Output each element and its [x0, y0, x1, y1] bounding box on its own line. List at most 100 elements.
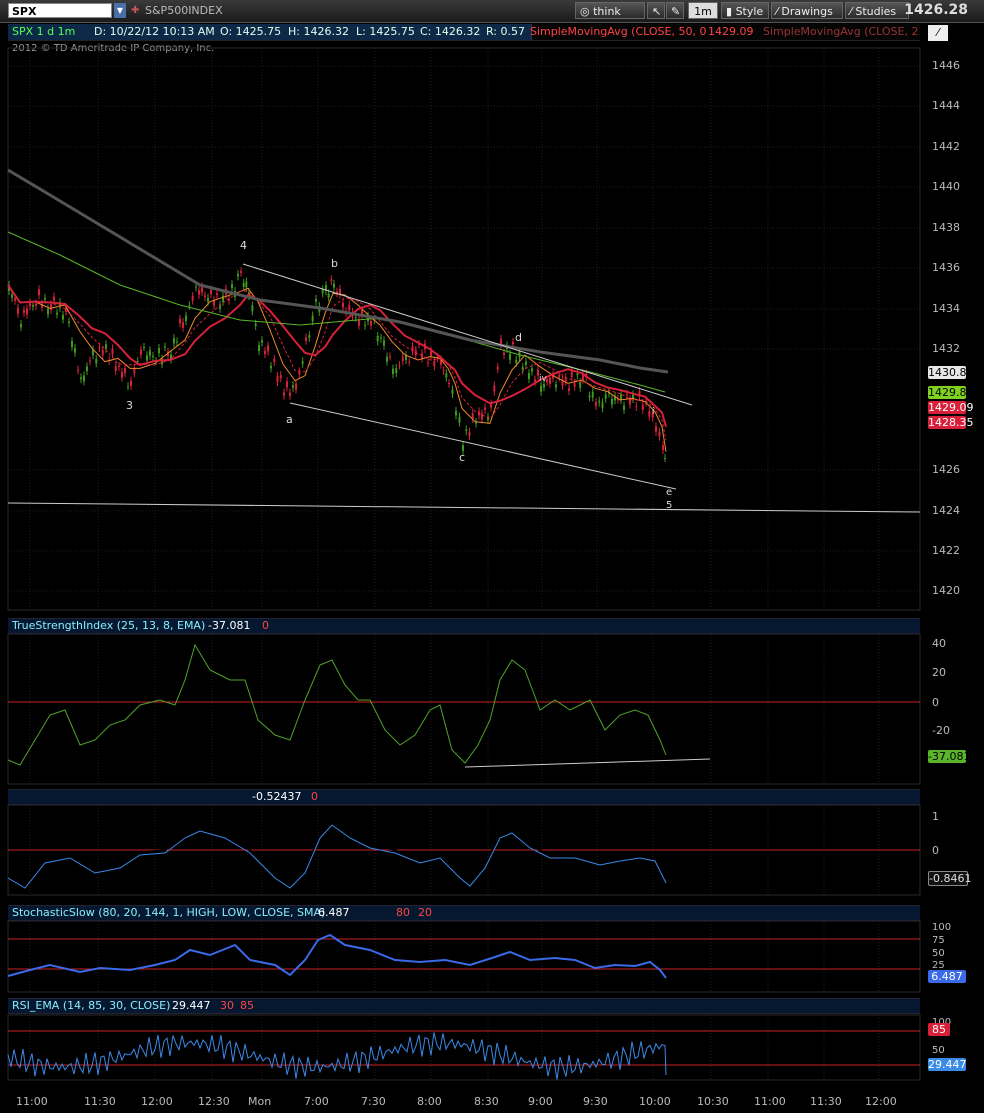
- candle-body: [298, 371, 301, 375]
- rsi-header[interactable]: RSI_EMA (14, 85, 30, CLOSE) 29.447 30 85: [8, 998, 920, 1014]
- candle-body: [549, 377, 551, 384]
- candle-body: [258, 345, 260, 352]
- candle-body: [455, 410, 457, 416]
- candle-body: [555, 384, 557, 388]
- moving-averages: [7, 168, 669, 452]
- candle-body: [358, 319, 360, 326]
- time-axis-label: 10:30: [697, 1095, 729, 1108]
- ema-dashed-line: [7, 284, 667, 441]
- candle-body: [327, 293, 330, 298]
- candle-body: [333, 283, 335, 288]
- candle-body: [531, 368, 533, 372]
- candle-body: [44, 297, 46, 300]
- candle-body: [427, 362, 429, 364]
- sma200-line: [7, 168, 669, 374]
- osc-axis-0: 0: [932, 844, 939, 857]
- candle-body: [493, 385, 496, 392]
- candle-body: [149, 350, 151, 356]
- time-axis-label: 12:00: [865, 1095, 897, 1108]
- candle-body: [664, 457, 666, 459]
- rsi-value: 29.447: [172, 999, 211, 1012]
- candle-body: [20, 323, 22, 328]
- candle-body: [442, 370, 445, 372]
- rsi-oversold: 30: [220, 999, 234, 1012]
- wave-label-c: c: [459, 451, 466, 464]
- candle-body: [56, 312, 58, 315]
- oscillator-header[interactable]: -0.52437 0: [8, 789, 920, 805]
- candle-body: [515, 359, 518, 364]
- grid-lines: [7, 47, 921, 1081]
- time-axis-label: 11:00: [16, 1095, 48, 1108]
- candle-body: [601, 402, 604, 409]
- candle-body: [118, 365, 120, 367]
- tsi-tag: -37.081: [928, 750, 971, 763]
- candle-body: [231, 284, 233, 289]
- price-axis-label: 1426: [932, 463, 960, 476]
- candle-body: [598, 400, 601, 403]
- candle-body: [484, 407, 486, 410]
- candle-body: [77, 369, 79, 371]
- candle-body: [245, 281, 248, 288]
- price-axis-label: 1444: [932, 99, 960, 112]
- candle-body: [89, 360, 91, 362]
- candle-body: [210, 289, 212, 295]
- tsi-title: TrueStrengthIndex (25, 13, 8, EMA): [12, 619, 206, 632]
- price-axis-label: 1422: [932, 544, 960, 557]
- candle-body: [242, 282, 245, 287]
- candle-body: [588, 395, 591, 398]
- candle-body: [380, 337, 382, 339]
- candle-body: [176, 341, 178, 343]
- rsi-line: [7, 1032, 667, 1080]
- candle-body: [191, 296, 194, 301]
- candle-body: [321, 289, 324, 294]
- candle-body: [311, 315, 314, 322]
- wave-label-3: 3: [126, 399, 133, 412]
- candle-body: [198, 290, 200, 295]
- candle-body: [389, 356, 391, 358]
- candle-body: [130, 380, 132, 387]
- candle-body: [576, 373, 579, 376]
- osc-tag: -0.8461: [928, 871, 972, 886]
- candle-body: [433, 360, 436, 367]
- candle-body: [301, 361, 304, 364]
- candle-body: [481, 413, 483, 420]
- candle-body: [401, 356, 404, 362]
- candle-body: [23, 310, 25, 313]
- candle-body: [292, 385, 294, 388]
- stoch-axis-50: 50: [932, 948, 945, 959]
- candle-body: [105, 344, 107, 349]
- candle-body: [261, 340, 263, 343]
- tsi-header[interactable]: TrueStrengthIndex (25, 13, 8, EMA) -37.0…: [8, 618, 920, 634]
- candle-body: [62, 314, 64, 320]
- stochastic-header[interactable]: StochasticSlow (80, 20, 144, 1, HIGH, LO…: [8, 905, 920, 921]
- price-axis-label: 1432: [932, 342, 960, 355]
- price-axis-label: 1442: [932, 140, 960, 153]
- candle-body: [204, 295, 206, 298]
- candle-body: [283, 392, 285, 396]
- candle-body: [448, 382, 450, 384]
- candle-body: [152, 355, 154, 357]
- stochastic-line: [7, 933, 667, 979]
- tsi-line: [7, 643, 667, 766]
- candle-body: [279, 374, 282, 379]
- candle-body: [376, 335, 379, 342]
- tsi-axis-0: 0: [932, 696, 939, 709]
- candle-body: [496, 366, 499, 370]
- price-candles: [8, 267, 666, 463]
- chart-canvas[interactable]: [0, 0, 984, 1113]
- stoch-axis-100: 100: [932, 922, 952, 933]
- time-axis-label: 9:00: [528, 1095, 553, 1108]
- candle-body: [509, 353, 511, 360]
- candle-body: [623, 405, 625, 410]
- candle-body: [14, 298, 16, 301]
- time-axis-label: 11:30: [84, 1095, 116, 1108]
- candle-body: [398, 365, 401, 367]
- candle-body: [468, 431, 471, 436]
- rsi-overbought-tag: 85: [928, 1023, 950, 1036]
- candle-body: [38, 289, 40, 296]
- candle-body: [71, 341, 73, 347]
- candle-body: [127, 386, 129, 388]
- candle-body: [146, 355, 148, 361]
- candle-body: [35, 303, 37, 306]
- oscillator-value: -0.52437: [252, 790, 302, 803]
